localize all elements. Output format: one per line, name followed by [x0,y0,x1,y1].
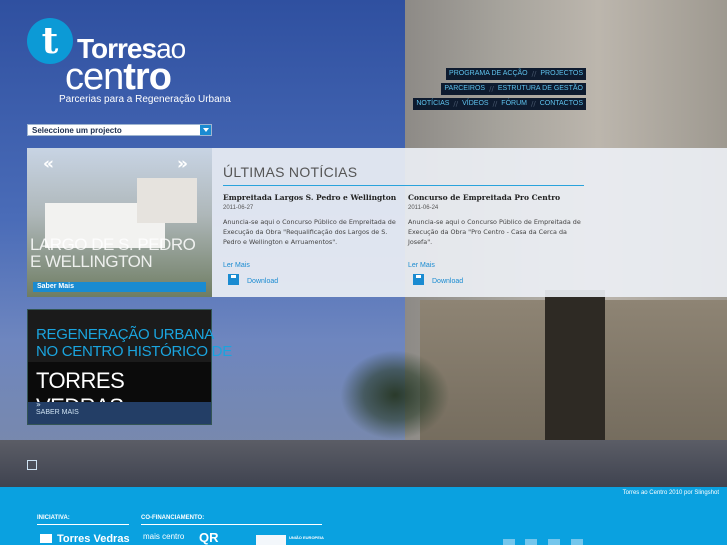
nav-estrutura-de-gestao[interactable]: ESTRUTURA DE GESTÃO [494,83,586,95]
torres-vedras-label: Torres Vedras [57,533,130,545]
article-body: Anuncia-se aqui o Concurso Público de Em… [223,218,396,246]
eu-flag-icon [256,535,286,545]
nav-separator: // [530,68,538,80]
nav-programa-de-accao[interactable]: PROGRAMA DE ACÇÃO [446,68,531,80]
nav-row-2: PARCEIROS // ESTRUTURA DE GESTÃO [430,83,586,95]
footer: Torres ao Centro 2010 por Slingshot INIC… [0,487,727,545]
nav-forum[interactable]: FÓRUM [498,98,530,110]
footer-credit[interactable]: Torres ao Centro 2010 por Slingshot [623,490,719,496]
promo-line1: REGENERAÇÃO URBANA [36,326,214,343]
qren-logo[interactable]: QR [199,530,219,545]
nav-row-1: PROGRAMA DE ACÇÃO // PROJECTOS [430,68,586,80]
download-label: Download [247,278,279,285]
chevron-down-icon[interactable] [200,125,211,135]
slider-caption: LARGO DE S. PEDRO E WELLINGTON [30,235,196,271]
slider-saber-mais-button[interactable]: Saber Mais [33,282,206,292]
promo-strip: » SABER MAIS [28,400,211,424]
agave-plant [340,350,450,440]
crest-icon [40,534,52,543]
uniao-europeia-label: UNIÃO EUROPEIA [289,535,324,540]
footer-cofinanciamento-label: CO-FINANCIAMENTO: [141,515,205,521]
slider-prev-button[interactable]: « [43,154,54,174]
project-slider: « » LARGO DE S. PEDRO E WELLINGTON Saber… [27,148,212,297]
social-icon-2[interactable] [525,539,537,545]
download-link[interactable]: Download [228,274,278,285]
footer-divider-1 [37,524,129,525]
nav-separator: // [491,98,499,110]
nav-parceiros[interactable]: PARCEIROS [441,83,489,95]
footer-divider-2 [141,524,322,525]
nav-projectos[interactable]: PROJECTOS [537,68,586,80]
social-icon-1[interactable] [503,539,515,545]
top-nav: PROGRAMA DE ACÇÃO // PROJECTOS PARCEIROS… [413,68,586,113]
slider-next-button[interactable]: » [177,154,188,174]
promo-line3: TORRES VEDRAS [28,362,211,419]
nav-row-3: NOTÍCIAS // VÍDEOS // FÓRUM // CONTACTOS [413,98,586,110]
news-article: Empreitada Largos S. Pedro e Wellington … [223,193,399,285]
nav-separator: // [529,98,537,110]
slider-caption-line1: LARGO DE S. PEDRO [30,235,196,254]
project-select-label: Seleccione um projecto [32,126,122,135]
download-link[interactable]: Download [413,274,463,285]
project-select[interactable]: Seleccione um projecto [27,124,212,136]
news-divider [223,185,584,186]
double-chevron-down-icon: » [36,400,41,409]
nav-contactos[interactable]: CONTACTOS [536,98,586,110]
ground [0,440,727,487]
article-title[interactable]: Concurso de Empreitada Pro Centro [408,193,584,202]
logo-tagline: Parcerias para a Regeneração Urbana [59,94,231,105]
ler-mais-link[interactable]: Ler Mais [223,262,250,269]
slider-photo-building [137,178,197,223]
article-date: 2011-06-27 [223,205,254,211]
door-opening [545,290,605,450]
article-date: 2011-06-24 [408,205,439,211]
mais-centro-logo[interactable]: mais centro [143,532,184,541]
social-icon-4[interactable] [571,539,583,545]
download-label: Download [432,278,464,285]
floppy-disk-icon [413,274,424,285]
slider-caption-line2: E WELLINGTON [30,252,153,271]
footer-iniciativa-label: INICIATIVA: [37,515,70,521]
nav-separator: // [488,83,495,95]
ler-mais-link[interactable]: Ler Mais [408,262,435,269]
torres-vedras-logo[interactable]: Torres Vedras [40,533,130,545]
social-icon-3[interactable] [548,539,560,545]
article-body: Anuncia-se aqui o Concurso Público de Em… [408,218,581,246]
logo-word-centro: centro [65,56,172,98]
nav-noticias[interactable]: NOTÍCIAS [413,98,453,110]
regeneracao-promo[interactable]: REGENERAÇÃO URBANA NO CENTRO HISTÓRICO D… [27,309,232,425]
nav-videos[interactable]: VÍDEOS [459,98,492,110]
news-panel: ÚLTIMAS NOTÍCIAS Empreitada Largos S. Pe… [212,148,727,297]
news-title: ÚLTIMAS NOTÍCIAS [223,164,358,180]
site-logo[interactable]: t Torresao centro Parcerias para a Regen… [27,13,231,108]
news-article: Concurso de Empreitada Pro Centro 2011-0… [408,193,584,285]
home-icon[interactable] [27,460,37,470]
promo-saber-mais-link[interactable]: SABER MAIS [36,409,79,416]
nav-separator: // [452,98,460,110]
floppy-disk-icon [228,274,239,285]
article-title[interactable]: Empreitada Largos S. Pedro e Wellington [223,193,399,202]
promo-line2: NO CENTRO HISTÓRICO DE [36,343,232,360]
